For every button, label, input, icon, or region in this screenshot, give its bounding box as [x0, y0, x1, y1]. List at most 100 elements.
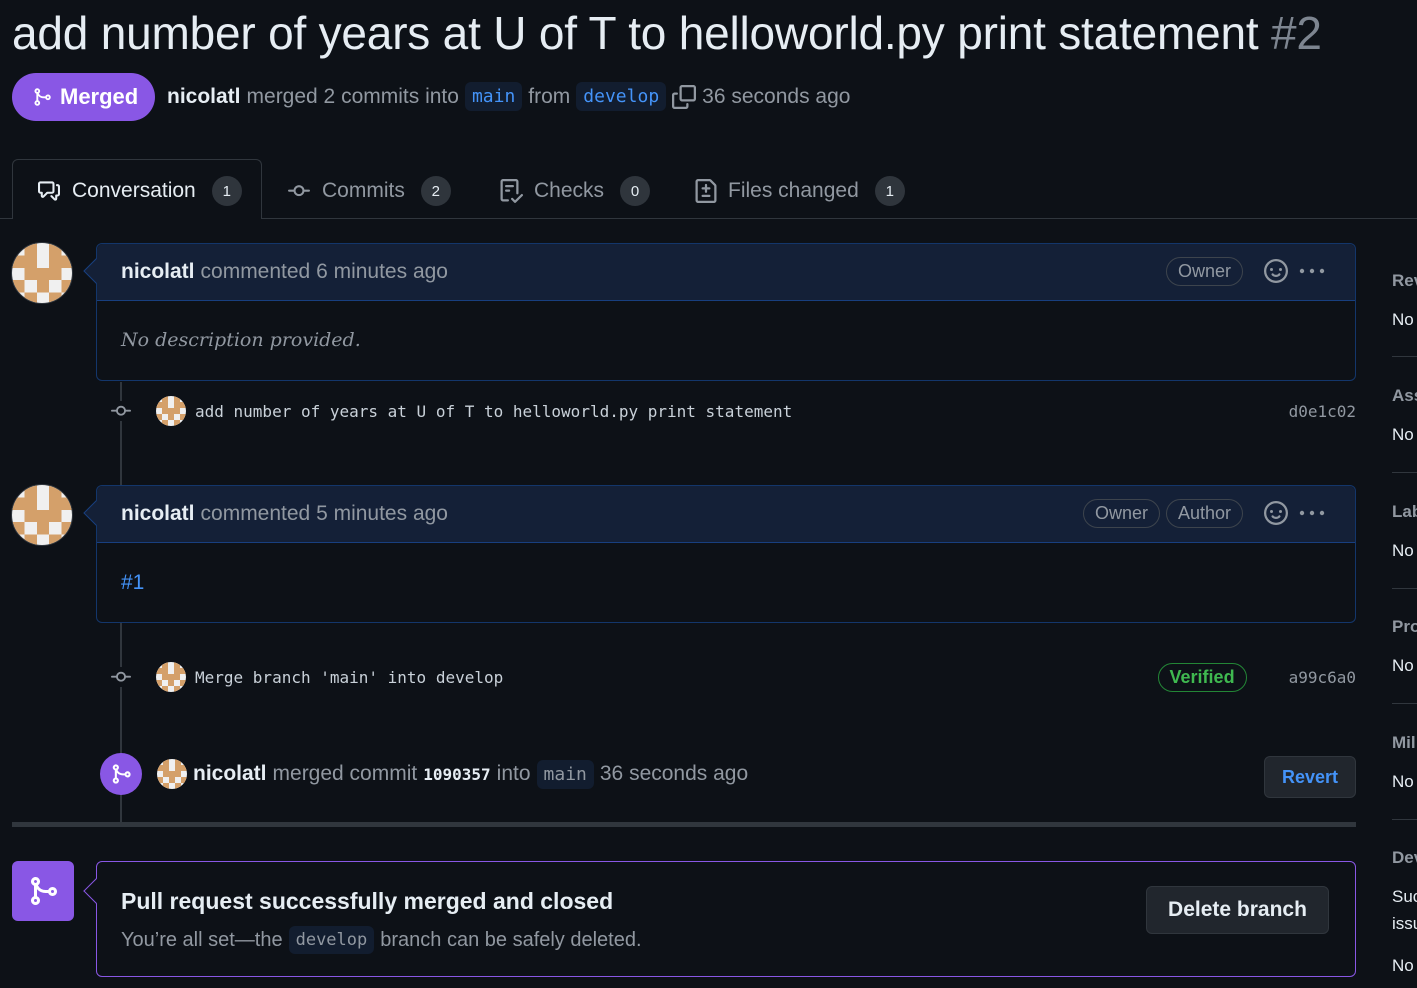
tab-files-changed[interactable]: Files changed 1	[694, 175, 905, 207]
git-commit-icon	[288, 185, 310, 197]
commit-sha[interactable]: d0e1c02	[1289, 402, 1356, 421]
merged-state-badge: Merged	[12, 73, 155, 121]
issue-reference-link[interactable]: #1	[97, 543, 1355, 623]
git-commit-icon	[108, 401, 134, 421]
sidebar-projects-heading[interactable]: Pro	[1392, 617, 1417, 637]
comment-actions: Owner	[1165, 256, 1327, 286]
verified-badge[interactable]: Verified	[1157, 662, 1247, 692]
comment-card: nicolatl commented 6 minutes ago Owner N…	[83, 243, 1356, 381]
merged-box-pointer	[83, 878, 109, 904]
sidebar-development-heading[interactable]: Dev	[1392, 848, 1417, 868]
tab-label: Files changed	[728, 179, 859, 202]
copy-icon[interactable]	[672, 84, 697, 109]
comment-author[interactable]: nicolatl	[121, 502, 195, 526]
kebab-horizontal-icon[interactable]	[1297, 498, 1327, 528]
git-merge-icon	[31, 877, 58, 905]
merged-text: merged 2 commits into	[246, 84, 459, 108]
comment-author[interactable]: nicolatl	[121, 260, 195, 284]
comment-meta[interactable]: commented 5 minutes ago	[201, 502, 448, 526]
tab-commits[interactable]: Commits 2	[286, 175, 451, 207]
avatar[interactable]	[157, 759, 187, 789]
tab-label: Commits	[322, 179, 405, 202]
base-branch[interactable]: main	[464, 82, 523, 111]
comment-card: nicolatl commented 5 minutes ago Owner A…	[83, 485, 1356, 623]
git-merge-icon	[34, 88, 51, 106]
merged-text-before: You’re all set—the	[121, 928, 283, 951]
merged-box-text: You’re all set—the develop branch can be…	[121, 926, 642, 954]
commit-message[interactable]: Merge branch 'main' into develop	[195, 668, 503, 687]
owner-label: Owner	[1165, 256, 1243, 286]
git-commit-icon	[108, 667, 134, 687]
revert-button[interactable]: Revert	[1264, 756, 1356, 798]
page-title: add number of years at U of T to hellowo…	[12, 6, 1322, 60]
merge-event: nicolatl merged commit 1090357 into main…	[157, 759, 748, 789]
sidebar-divider	[1392, 356, 1417, 357]
tab-counter: 1	[874, 176, 905, 206]
sidebar-labels-value: No	[1392, 541, 1414, 560]
merge-commit-sha[interactable]: 1090357	[423, 765, 490, 784]
merged-text-after: branch can be safely deleted.	[380, 928, 642, 951]
tab-conversation[interactable]: Conversation 1	[36, 175, 242, 207]
pr-title: add number of years at U of T to hellowo…	[12, 7, 1259, 59]
commit-sha[interactable]: a99c6a0	[1289, 668, 1356, 687]
avatar[interactable]	[11, 484, 73, 546]
commit-row: Merge branch 'main' into develop Verifie…	[108, 660, 1356, 694]
merge-time: 36 seconds ago	[702, 84, 851, 108]
comment-body: No description provided.	[121, 329, 361, 351]
avatar[interactable]	[156, 662, 186, 692]
author-link[interactable]: nicolatl	[167, 85, 241, 109]
head-branch[interactable]: develop	[576, 82, 667, 111]
sidebar-assignees-value: No	[1392, 425, 1414, 444]
merged-status-box: Pull request successfully merged and clo…	[83, 861, 1356, 977]
merge-event-badge	[100, 753, 142, 795]
commit-row: add number of years at U of T to hellowo…	[108, 394, 1356, 428]
merged-box-icon	[12, 861, 74, 921]
merge-event-text: merged commit	[272, 762, 418, 785]
commit-message[interactable]: add number of years at U of T to hellowo…	[195, 402, 792, 421]
sidebar-divider	[1392, 472, 1417, 473]
sidebar-development-text-2: issu	[1392, 914, 1417, 933]
state-label: Merged	[60, 84, 139, 109]
comment-pointer	[83, 258, 109, 284]
smiley-icon[interactable]	[1261, 256, 1291, 286]
tab-counter: 2	[420, 176, 451, 206]
sidebar-divider	[1392, 703, 1417, 704]
merge-event-time[interactable]: 36 seconds ago	[600, 762, 748, 786]
tab-label: Checks	[534, 179, 605, 202]
comment-meta[interactable]: commented 6 minutes ago	[201, 260, 448, 284]
merge-status-line: nicolatl merged 2 commits into main from…	[167, 82, 850, 111]
tab-checks[interactable]: Checks 0	[498, 175, 651, 207]
git-merge-icon	[112, 764, 131, 784]
avatar[interactable]	[11, 242, 73, 304]
from-text: from	[528, 84, 571, 108]
sidebar-milestone-value: No	[1392, 772, 1414, 791]
comment-pointer	[83, 500, 109, 526]
avatar[interactable]	[156, 396, 186, 426]
tab-counter: 0	[620, 176, 651, 206]
deletable-branch[interactable]: develop	[288, 926, 375, 954]
owner-label: Owner	[1082, 498, 1160, 528]
sidebar-assignees-heading[interactable]: Ass	[1392, 386, 1417, 406]
sidebar-milestone-heading[interactable]: Mil	[1392, 733, 1416, 753]
file-diff-icon	[695, 179, 717, 203]
comment-header: nicolatl commented 6 minutes ago Owner	[83, 244, 1355, 301]
sidebar-divider	[1392, 588, 1417, 589]
merge-base-branch[interactable]: main	[536, 759, 594, 789]
sidebar-development-value: No	[1392, 956, 1414, 975]
sidebar-labels-heading[interactable]: Lab	[1392, 502, 1417, 522]
comment-header: nicolatl commented 5 minutes ago Owner A…	[83, 486, 1355, 543]
delete-branch-button[interactable]: Delete branch	[1146, 886, 1329, 934]
kebab-horizontal-icon[interactable]	[1297, 256, 1327, 286]
merged-box-title: Pull request successfully merged and clo…	[121, 888, 614, 914]
author-label: Author	[1165, 498, 1243, 528]
smiley-icon[interactable]	[1261, 498, 1291, 528]
sidebar-development-text: Suc	[1392, 887, 1417, 906]
sidebar-reviewers-value: No	[1392, 310, 1414, 329]
merge-author[interactable]: nicolatl	[193, 762, 267, 786]
sidebar-projects-value: No	[1392, 656, 1414, 675]
tab-counter: 1	[211, 176, 242, 206]
sidebar-divider	[1392, 819, 1417, 820]
timeline-divider	[12, 822, 1356, 827]
pr-number: #2	[1271, 7, 1322, 59]
sidebar-reviewers-heading[interactable]: Rev	[1392, 271, 1417, 291]
